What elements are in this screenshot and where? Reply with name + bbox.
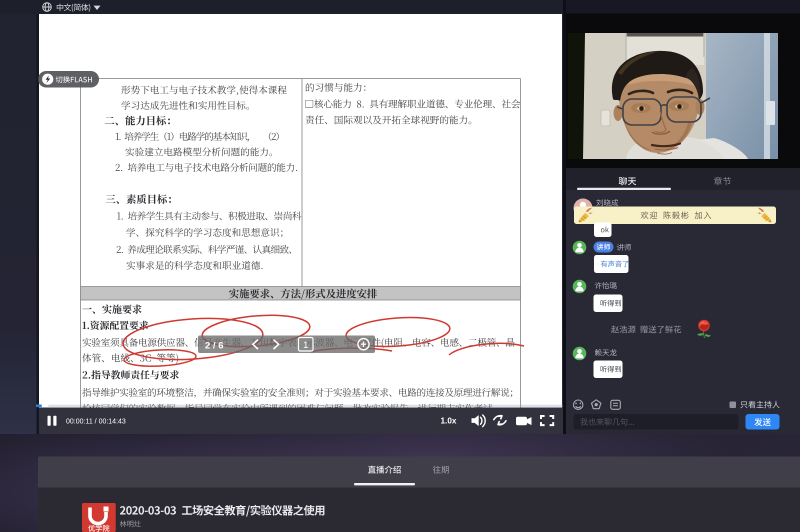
svg-text:1: 1 [303, 340, 308, 350]
svg-text:00:00:11 / 00:14:43: 00:00:11 / 00:14:43 [66, 418, 126, 425]
svg-text:1.0x: 1.0x [441, 417, 457, 426]
svg-text:2 / 6: 2 / 6 [205, 340, 224, 351]
